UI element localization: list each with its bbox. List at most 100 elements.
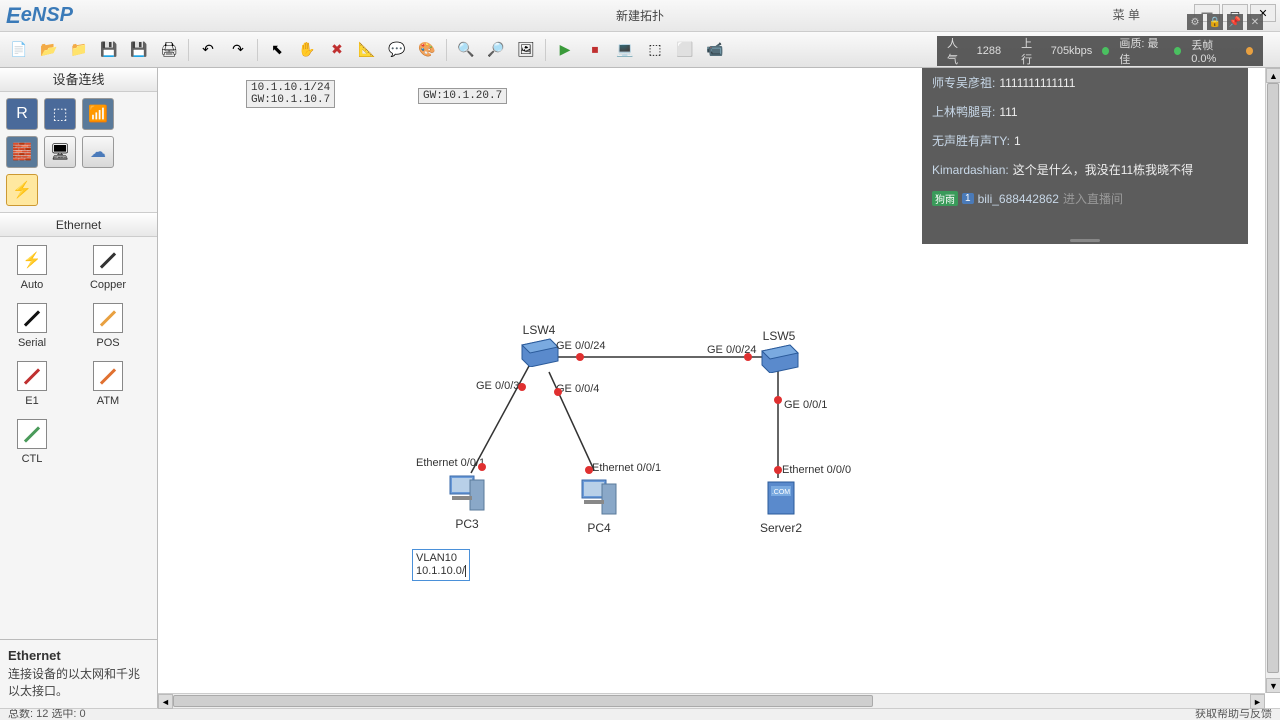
terminal-category[interactable]: 🖥 <box>44 136 76 168</box>
chat-line: 狗雨1 bili_688442862 进入直播间 <box>922 184 1248 213</box>
stream-stats: 人气1288 上行705kbps 画质: 最佳 丢帧 0.0% <box>937 36 1263 66</box>
overlay-lock-icon[interactable]: 🔒 <box>1207 14 1223 30</box>
pc-pc4[interactable]: PC4 <box>578 476 620 535</box>
zoomout-icon[interactable]: 🔎 <box>483 37 509 63</box>
horizontal-scrollbar[interactable]: ◄ ► <box>158 693 1265 708</box>
note-icon[interactable]: 💬 <box>384 37 410 63</box>
e1-connection[interactable]: E1 <box>8 361 56 407</box>
cli-icon[interactable]: 💻 <box>612 37 638 63</box>
pos-connection[interactable]: POS <box>84 303 132 349</box>
pc-icon <box>446 472 488 514</box>
scroll-right-icon[interactable]: ► <box>1250 694 1265 709</box>
topology-canvas[interactable]: 10.1.10.1/24 GW:10.1.10.7 GW:10.1.20.7 L… <box>158 68 1265 693</box>
server-icon: .COM <box>762 478 800 518</box>
pointer-icon[interactable]: ⬉ <box>264 37 290 63</box>
link-dot <box>576 353 584 361</box>
server-server2[interactable]: .COM Server2 <box>760 478 802 535</box>
device-categories: R ⬚ 📶 🧱 🖥 ☁ ⚡ <box>0 92 157 213</box>
switch-icon <box>758 343 800 373</box>
panel-header: 设备连线 <box>0 68 157 92</box>
delete-icon[interactable]: ✖ <box>324 37 350 63</box>
undo-icon[interactable]: ↶ <box>195 37 221 63</box>
scroll-thumb[interactable] <box>1267 83 1279 673</box>
pc-pc3[interactable]: PC3 <box>446 472 488 531</box>
vertical-scrollbar[interactable]: ▲ ▼ <box>1265 68 1280 693</box>
open-icon[interactable]: 📂 <box>36 37 62 63</box>
new-icon[interactable]: 📄 <box>6 37 32 63</box>
scroll-down-icon[interactable]: ▼ <box>1266 678 1280 693</box>
cloud-category[interactable]: ☁ <box>82 136 114 168</box>
switch-category[interactable]: ⬚ <box>44 98 76 130</box>
rec-indicator-icon <box>1246 47 1253 55</box>
saveas-icon[interactable]: 💾 <box>126 37 152 63</box>
desc-title: Ethernet <box>8 648 149 663</box>
device-panel: 设备连线 R ⬚ 📶 🧱 🖥 ☁ ⚡ Ethernet ⚡Auto Copper… <box>0 68 158 708</box>
start-icon[interactable]: ▶ <box>552 37 578 63</box>
port-label: GE 0/0/4 <box>556 383 599 395</box>
chat-line: 上林鸭腿哥: 111 <box>922 97 1248 126</box>
connection-category[interactable]: ⚡ <box>6 174 38 206</box>
separator <box>446 39 447 61</box>
statusbar: 总数: 12 选中: 0 获取帮助与反馈 <box>0 708 1280 720</box>
chat-line: 无声胜有声TY: 1 <box>922 126 1248 155</box>
port-label: GE 0/0/1 <box>784 399 827 411</box>
stop-icon[interactable]: ⏹ <box>582 37 608 63</box>
router-category[interactable]: R <box>6 98 38 130</box>
save-icon[interactable]: 💾 <box>96 37 122 63</box>
switch-lsw5[interactable]: LSW5 <box>758 326 800 373</box>
window-icon[interactable]: ⬜ <box>672 37 698 63</box>
auto-connection[interactable]: ⚡Auto <box>8 245 56 291</box>
description-box: Ethernet 连接设备的以太网和千兆以太接口。 <box>0 639 157 708</box>
zoomin-icon[interactable]: 🔍 <box>453 37 479 63</box>
palette-icon[interactable]: 🎨 <box>414 37 440 63</box>
port-label: GE 0/0/24 <box>556 340 606 352</box>
overlay-resize-handle[interactable] <box>1070 239 1100 242</box>
status-help[interactable]: 获取帮助与反馈 <box>1195 708 1272 720</box>
redo-icon[interactable]: ↷ <box>225 37 251 63</box>
link-dot <box>774 466 782 474</box>
serial-connection[interactable]: Serial <box>8 303 56 349</box>
overlay-close-icon[interactable]: ✕ <box>1247 14 1263 30</box>
pan-icon[interactable]: ✋ <box>294 37 320 63</box>
folder-icon[interactable]: 📁 <box>66 37 92 63</box>
drop-indicator-icon <box>1174 47 1181 55</box>
note-1[interactable]: 10.1.10.1/24 GW:10.1.10.7 <box>246 80 335 108</box>
port-label: Ethernet 0/0/1 <box>416 457 485 469</box>
uplink-label: 上行 <box>1021 35 1041 67</box>
status-count: 总数: 12 选中: 0 <box>8 708 86 720</box>
app-logo: EeNSP <box>0 3 73 29</box>
section-label: Ethernet <box>0 213 157 237</box>
menu-button[interactable]: 菜 单 <box>1113 6 1140 23</box>
scroll-left-icon[interactable]: ◄ <box>158 694 173 709</box>
chat-line: 师专吴彦祖: 1111111111111 <box>922 68 1248 97</box>
port-label: GE 0/0/3 <box>476 380 519 392</box>
note-2[interactable]: GW:10.1.20.7 <box>418 88 507 104</box>
port-label: Ethernet 0/0/0 <box>782 464 851 476</box>
wlan-category[interactable]: 📶 <box>82 98 114 130</box>
print-icon[interactable]: 🖨 <box>156 37 182 63</box>
switch-lsw4[interactable]: LSW4 <box>518 320 560 367</box>
separator <box>545 39 546 61</box>
edit-note[interactable]: VLAN10 10.1.10.0/ <box>412 549 470 581</box>
separator <box>257 39 258 61</box>
copper-connection[interactable]: Copper <box>84 245 132 291</box>
overlay-settings-icon[interactable]: ⚙ <box>1187 14 1203 30</box>
firewall-category[interactable]: 🧱 <box>6 136 38 168</box>
capture-icon[interactable]: ⬚ <box>642 37 668 63</box>
scroll-up-icon[interactable]: ▲ <box>1266 68 1280 83</box>
atm-connection[interactable]: ATM <box>84 361 132 407</box>
link-dot <box>744 353 752 361</box>
fit-icon[interactable]: 🖼 <box>513 37 539 63</box>
quality-indicator-icon <box>1102 47 1109 55</box>
record-icon[interactable]: 📹 <box>702 37 728 63</box>
device-list: ⚡Auto Copper Serial POS E1 ATM CTL <box>0 237 157 639</box>
stream-overlay[interactable]: 师专吴彦祖: 1111111111111 上林鸭腿哥: 111 无声胜有声TY:… <box>922 68 1248 244</box>
overlay-pin-icon[interactable]: 📌 <box>1227 14 1243 30</box>
ruler-icon[interactable]: 📐 <box>354 37 380 63</box>
scroll-thumb[interactable] <box>173 695 873 707</box>
link-dot <box>774 396 782 404</box>
chat-line: Kimardashian: 这个是什么，我没在11栋我晓不得 <box>922 155 1248 184</box>
link-dot <box>585 466 593 474</box>
pc-icon <box>578 476 620 518</box>
ctl-connection[interactable]: CTL <box>8 419 56 465</box>
